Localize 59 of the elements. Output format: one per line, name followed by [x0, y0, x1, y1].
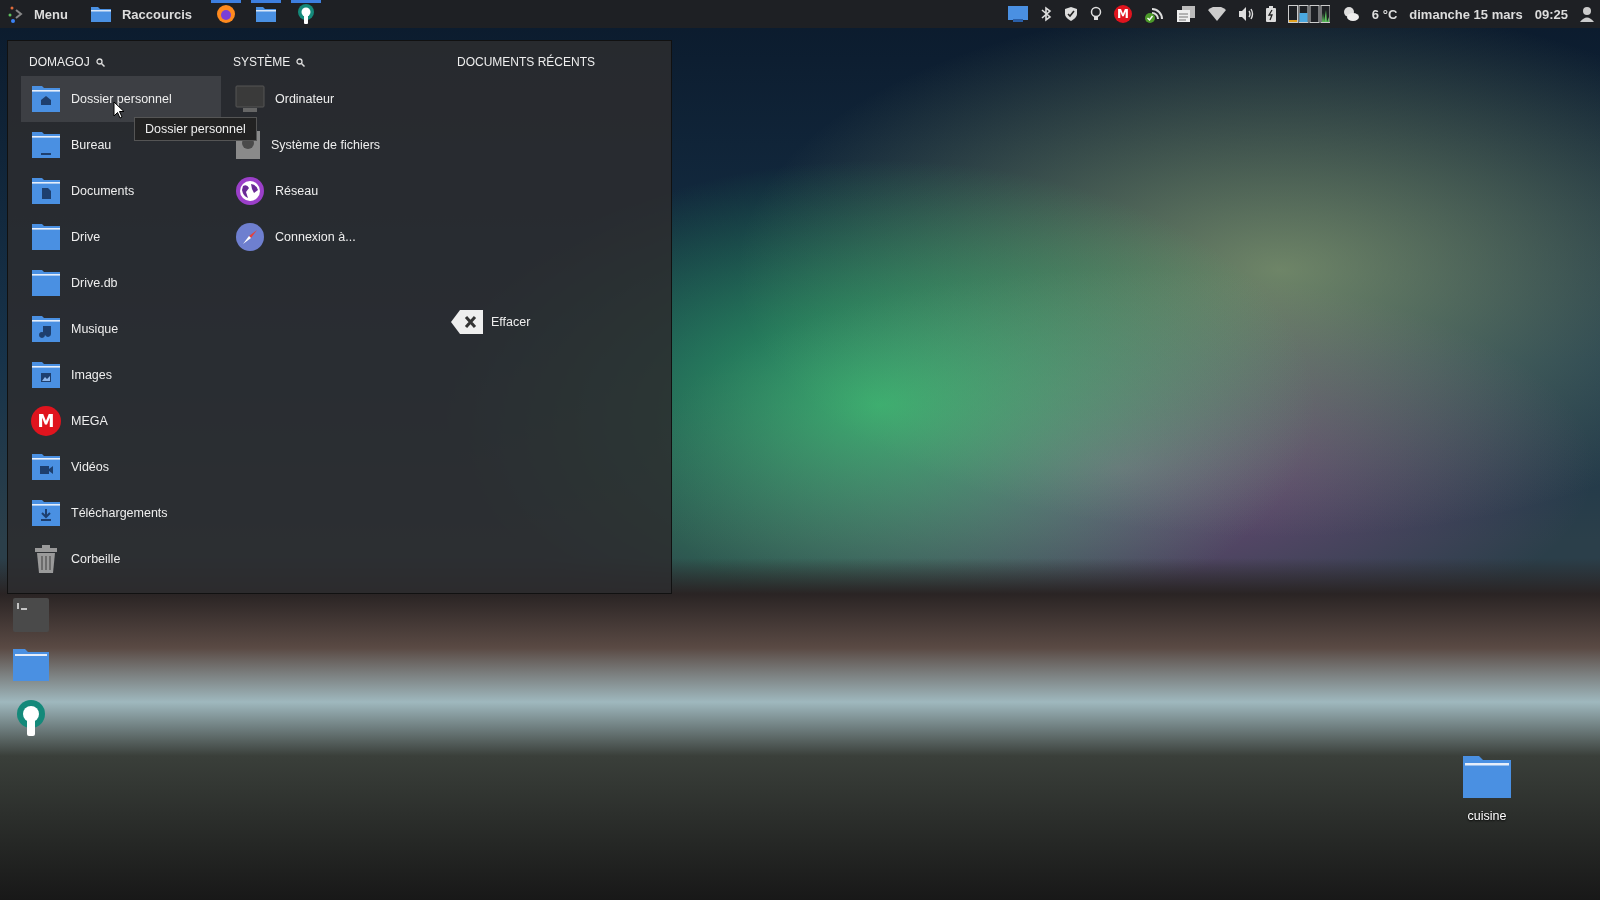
folder-icon [255, 5, 278, 23]
folder-icon [31, 85, 61, 113]
section-heading: DOCUMENTS RÉCENTS [457, 55, 595, 69]
folder-icon [31, 177, 61, 205]
shortcuts-button[interactable]: Raccourcis [85, 0, 203, 28]
wifi-icon[interactable] [1207, 7, 1226, 21]
folder-icon [31, 499, 61, 527]
tooltip: Dossier personnel [134, 117, 257, 141]
folder-icon[interactable] [12, 648, 50, 682]
menu-item[interactable]: M MEGA [21, 398, 116, 444]
notes-icon[interactable] [1175, 5, 1196, 23]
backspace-icon [451, 310, 483, 334]
browser-icon [216, 4, 237, 24]
folder-icon [31, 269, 61, 297]
compass-icon [235, 222, 265, 252]
app-menu-icon [8, 5, 24, 23]
folder-icon [31, 361, 61, 389]
folder-icon [89, 5, 112, 23]
clear-button[interactable]: Effacer [449, 299, 531, 345]
section-heading: SYSTÈME [233, 55, 291, 69]
wifi-check-icon[interactable] [1143, 5, 1164, 23]
folder-icon [31, 315, 61, 343]
window-icon[interactable] [1007, 6, 1028, 22]
menu-item[interactable]: Bureau [21, 122, 120, 168]
menu-item[interactable]: Téléchargements [21, 490, 176, 536]
menu-item[interactable]: Réseau [225, 168, 327, 214]
menu-item[interactable]: Images [21, 352, 120, 398]
bluetooth-icon[interactable] [1039, 6, 1052, 22]
temperature-text: 6 °C [1371, 6, 1398, 22]
menu-item[interactable]: Drive.db [21, 260, 126, 306]
monitor-icon [235, 85, 265, 113]
menu-button[interactable]: Menu [4, 0, 78, 28]
desktop-icon[interactable]: cuisine [1462, 755, 1512, 823]
weather-icon[interactable] [1341, 6, 1360, 22]
clock-time[interactable]: 09:25 [1534, 6, 1568, 22]
menu-item[interactable]: Dossier personnel [21, 76, 221, 122]
menu-item[interactable]: Corbeille [21, 536, 129, 582]
folder-icon [31, 223, 61, 251]
folder-icon [1462, 755, 1512, 799]
mega-logo-icon[interactable]: M [1113, 5, 1132, 23]
clock-date[interactable]: dimanche 15 mars [1409, 6, 1523, 22]
menu-item[interactable]: Vidéos [21, 444, 117, 490]
user-icon[interactable] [1580, 6, 1594, 22]
search-icon[interactable] [296, 57, 306, 67]
volume-icon[interactable] [1237, 6, 1254, 22]
folder-icon [31, 131, 61, 159]
bulb-icon[interactable] [1089, 6, 1102, 22]
folder-icon [31, 453, 61, 481]
menu-item[interactable]: Drive [21, 214, 109, 260]
globe-icon [235, 176, 265, 206]
section-heading: DOMAGOJ [29, 55, 90, 69]
battery-icon[interactable] [1265, 6, 1276, 22]
search-icon[interactable] [95, 57, 105, 67]
menu-item[interactable]: Musique [21, 306, 127, 352]
mega-logo-icon: M [31, 406, 61, 436]
shield-icon[interactable] [1063, 6, 1078, 22]
menu-item[interactable]: Documents [21, 168, 143, 214]
menu-item[interactable]: Connexion à... [225, 214, 364, 260]
system-monitor-icon[interactable] [1287, 5, 1330, 23]
